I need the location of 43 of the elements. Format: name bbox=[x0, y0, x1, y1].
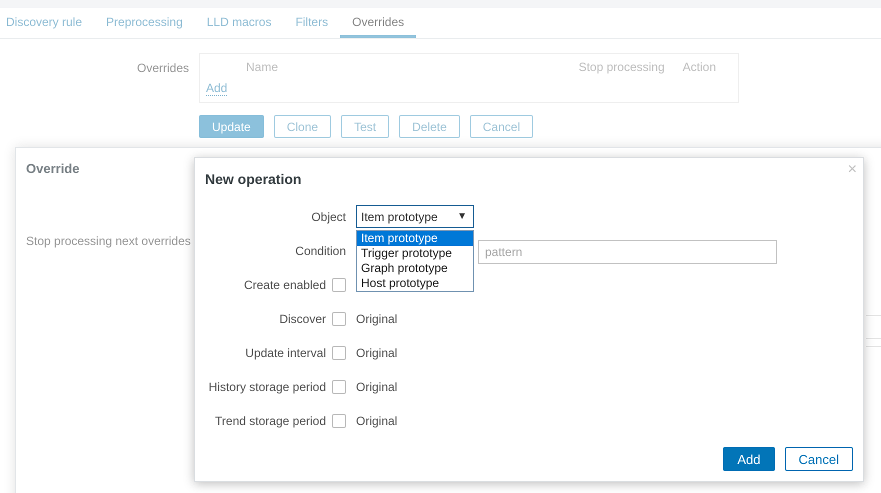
checkbox[interactable] bbox=[332, 414, 346, 428]
pattern-field[interactable]: pattern bbox=[478, 240, 777, 264]
value-text: Original bbox=[356, 414, 398, 428]
checkbox[interactable] bbox=[332, 346, 346, 360]
tab[interactable]: LLD macros bbox=[194, 8, 284, 38]
checkbox[interactable] bbox=[332, 312, 346, 326]
tab[interactable]: Overrides bbox=[340, 8, 416, 38]
object-select[interactable]: Item prototype ▼ bbox=[356, 205, 474, 228]
field-label: Stop processing next overrides bbox=[26, 234, 191, 248]
checkbox[interactable] bbox=[332, 278, 346, 292]
field-label: Update interval bbox=[245, 346, 326, 360]
dropdown-option[interactable]: Item prototype bbox=[357, 231, 473, 246]
dialog-button[interactable]: Cancel bbox=[784, 447, 853, 471]
value-text: Original bbox=[356, 312, 398, 326]
value-text: Original bbox=[356, 346, 398, 360]
field-label: Object bbox=[311, 210, 346, 224]
field-label: Overrides bbox=[136, 60, 189, 77]
tab[interactable]: Preprocessing bbox=[94, 8, 195, 38]
field-label: History storage period bbox=[208, 380, 326, 394]
field-label: Trend storage period bbox=[215, 414, 326, 428]
value-text: Original bbox=[356, 380, 398, 394]
tab[interactable]: Filters bbox=[283, 8, 340, 38]
dialog-button[interactable]: Add bbox=[723, 447, 775, 471]
close-button[interactable]: × bbox=[848, 161, 857, 179]
checkbox[interactable] bbox=[332, 380, 346, 394]
form-button[interactable]: Clone bbox=[274, 115, 332, 138]
column-header: Name bbox=[246, 60, 280, 74]
dialog-title: Override bbox=[26, 161, 80, 176]
dropdown-option[interactable]: Trigger prototype bbox=[357, 246, 473, 261]
form-button[interactable]: Delete bbox=[399, 115, 460, 138]
field-label: Discover bbox=[279, 312, 326, 326]
form-button[interactable]: Cancel bbox=[470, 115, 534, 138]
column-header: Stop processing bbox=[578, 60, 665, 74]
form-button[interactable]: Test bbox=[341, 115, 390, 138]
form-button[interactable]: Update bbox=[199, 115, 264, 138]
field-label: Create enabled bbox=[244, 278, 326, 292]
field-label: Condition bbox=[295, 244, 346, 258]
dialog-title: New operation bbox=[205, 171, 302, 187]
tab[interactable]: Discovery rule bbox=[0, 8, 94, 38]
dropdown-option[interactable]: Graph prototype bbox=[357, 261, 473, 276]
add-link[interactable]: Add bbox=[206, 81, 228, 96]
dropdown-option[interactable]: Host prototype bbox=[357, 276, 473, 291]
column-header: Action bbox=[682, 60, 716, 74]
